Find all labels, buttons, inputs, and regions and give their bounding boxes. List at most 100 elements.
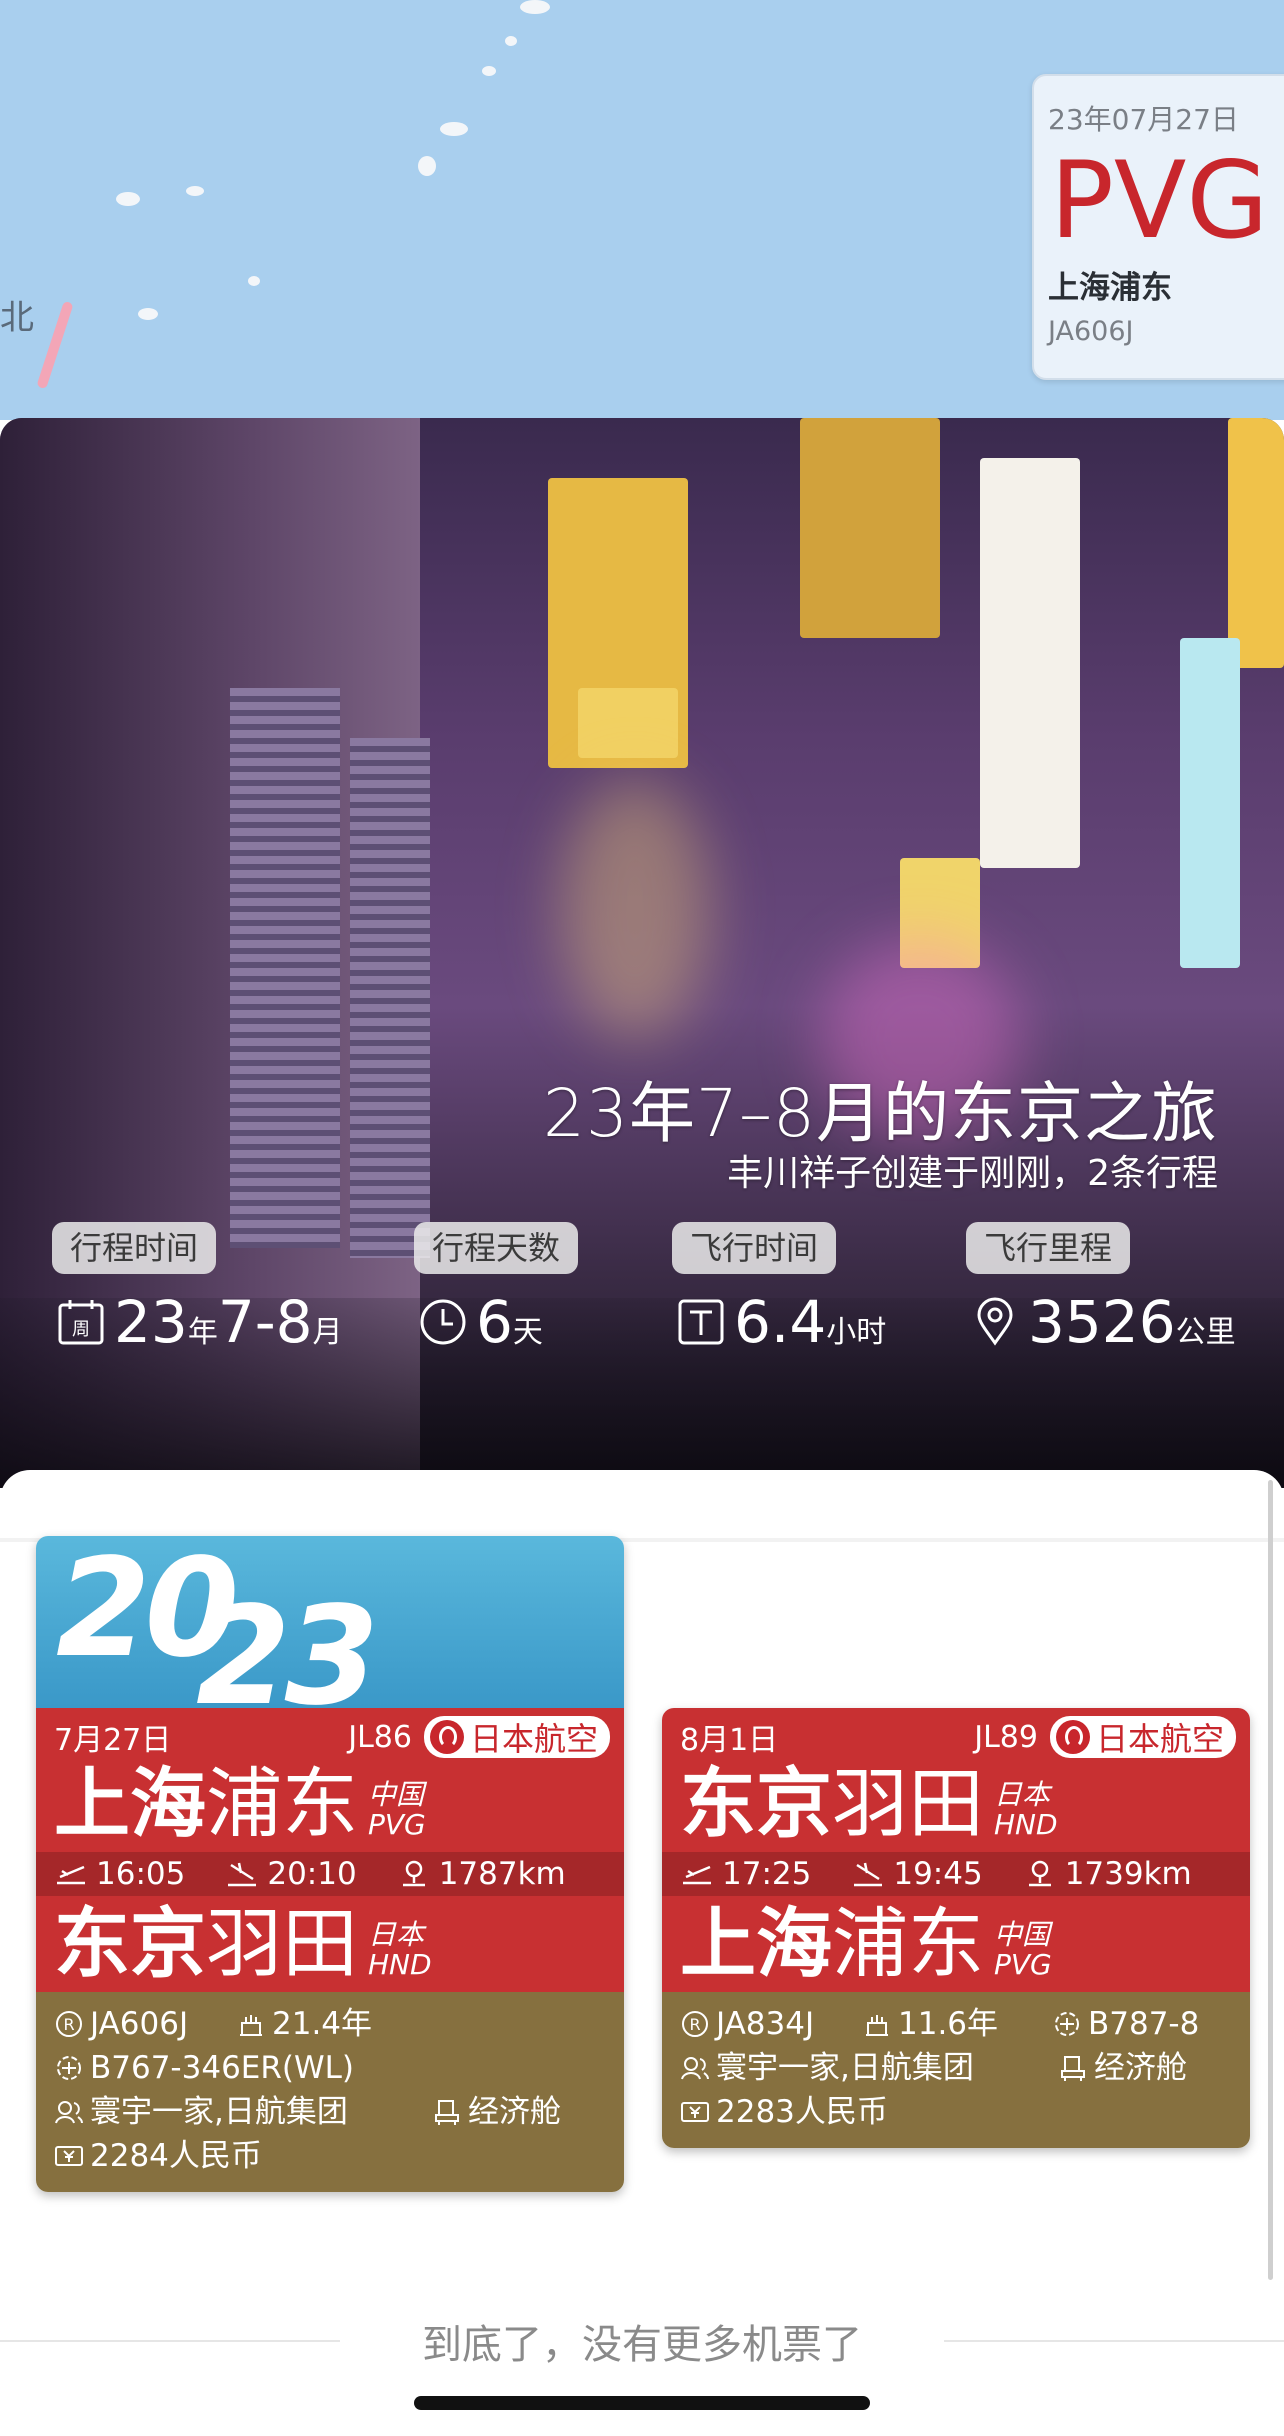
stat-trip-days: 6 天 <box>418 1288 543 1356</box>
stat-trip-time-month-unit: 月 <box>312 1315 343 1350</box>
ticket-price: 2283人民币 <box>716 2094 888 2130</box>
stat-flight-distance-value: 3526 <box>1028 1288 1176 1356</box>
seat-icon <box>435 2100 459 2125</box>
calendar-icon: 周 <box>58 1300 104 1345</box>
map-island <box>440 122 468 136</box>
flight-distance: 1787km <box>438 1856 566 1892</box>
stat-flight-time: 6.4 小时 <box>676 1288 886 1356</box>
aircraft-type-icon <box>57 2056 81 2080</box>
cover-light <box>560 778 710 1038</box>
location-pin-icon <box>977 1297 1013 1346</box>
airport-name: 上海浦东 <box>1048 270 1172 306</box>
price-icon <box>681 2102 709 2122</box>
cover-sign <box>980 458 1080 868</box>
map-island <box>418 156 436 176</box>
ticket-route-section: 8月1日 JL89 日本航空 东京 羽田 日本 HND 17:25 19:45 <box>662 1708 1250 1992</box>
distance-icon <box>1028 1860 1051 1887</box>
cabin-class: 经济舱 <box>468 2094 561 2130</box>
airline-badge: 日本航空 <box>423 1716 610 1758</box>
departure-airport-name: 浦东 <box>206 1759 358 1848</box>
arrival-city: 上海 浦东 中国 PVG <box>662 1906 1250 1992</box>
landing-icon <box>228 1862 257 1887</box>
svg-text:R: R <box>63 2015 74 2034</box>
trip-subtitle: 丰川祥子创建于刚刚，2条行程 <box>727 1153 1218 1194</box>
price-icon <box>55 2146 83 2166</box>
ticket-route-section: 7月27日 JL86 日本航空 上海 浦东 中国 PVG 16:05 20:10 <box>36 1708 624 1992</box>
cabin-class: 经济舱 <box>1094 2050 1187 2086</box>
takeoff-icon <box>57 1865 85 1885</box>
ticket-details: R JA606J 21.4年 B767-346ER(WL) 寰宇一家,日航集团 … <box>36 1992 624 2192</box>
stat-flight-time-unit: 小时 <box>826 1315 887 1350</box>
ticket-card[interactable]: 20 23 7月27日 JL86 日本航空 上海 浦东 中国 PVG 16:05 <box>36 1536 624 2192</box>
departure-time: 16:05 <box>96 1856 186 1892</box>
stat-label-trip-time: 行程时间 <box>52 1222 217 1274</box>
route-line <box>36 300 74 390</box>
map-label: 北 <box>0 298 34 338</box>
alliance-icon <box>55 2101 83 2124</box>
scrollbar[interactable] <box>1268 1480 1273 2280</box>
aircraft-age-icon <box>240 2015 262 2036</box>
departure-country: 中国 <box>368 1778 425 1811</box>
departure-city: 上海 浦东 中国 PVG <box>36 1766 624 1842</box>
aircraft-registration: JA834J <box>716 2006 815 2042</box>
stat-trip-time: 周 23 年 7-8 月 <box>56 1288 343 1356</box>
aircraft-registration: JA606J <box>1048 316 1134 347</box>
registered-icon: R <box>56 2011 82 2037</box>
arrival-city-name: 东京 <box>54 1899 206 1988</box>
aircraft-type: B767-346ER(WL) <box>90 2050 355 2086</box>
departure-city: 东京 羽田 日本 HND <box>662 1766 1250 1842</box>
landing-icon <box>854 1862 883 1887</box>
departure-code: PVG <box>368 1808 426 1841</box>
cover-sign <box>1180 638 1240 968</box>
departure-code: HND <box>994 1808 1058 1841</box>
airline-name: 日本航空 <box>1095 1720 1224 1758</box>
map-island <box>482 66 496 76</box>
arrival-country: 日本 <box>368 1918 425 1951</box>
map-island <box>138 308 158 320</box>
map-island <box>186 186 204 196</box>
stat-trip-time-year-unit: 年 <box>187 1315 218 1350</box>
flight-times: 16:05 20:10 1787km <box>36 1852 624 1896</box>
stat-flight-time-value: 6.4 <box>734 1288 827 1356</box>
flight-times: 17:25 19:45 1739km <box>662 1852 1250 1896</box>
arrival-country: 中国 <box>994 1918 1051 1951</box>
airline-badge: 日本航空 <box>1049 1716 1236 1758</box>
stat-trip-time-months: 7-8 <box>217 1288 313 1356</box>
trip-title: 23年7–8月的东京之旅 <box>543 1075 1218 1152</box>
arrival-airport-name: 羽田 <box>206 1899 358 1988</box>
stat-label-flight-distance: 飞行里程 <box>966 1222 1131 1274</box>
stat-flight-distance-unit: 公里 <box>1175 1315 1236 1350</box>
map-island <box>520 0 550 14</box>
map-island <box>248 276 260 286</box>
route-map[interactable]: 北 23年07月27日 PVG 上海浦东 JA606J <box>0 0 1284 420</box>
departure-airport-name: 羽田 <box>832 1759 984 1848</box>
airline-alliance: 寰宇一家,日航集团 <box>90 2094 348 2130</box>
arrival-airport-name: 浦东 <box>832 1899 984 1988</box>
jal-logo-icon <box>1055 1720 1090 1754</box>
aircraft-type-icon <box>1055 2012 1079 2036</box>
arrival-time: 20:10 <box>267 1856 357 1892</box>
map-island <box>116 192 140 206</box>
departure-city-name: 上海 <box>54 1759 206 1848</box>
stat-flight-distance: 3526 公里 <box>970 1288 1236 1356</box>
ticket-card[interactable]: 8月1日 JL89 日本航空 东京 羽田 日本 HND 17:25 19:45 <box>662 1708 1250 2148</box>
cover-shutter <box>230 688 340 1248</box>
cover-sign <box>1228 418 1284 668</box>
stat-trip-time-year: 23 <box>114 1288 188 1356</box>
flight-number: JL86 <box>348 1719 412 1755</box>
stat-trip-days-value: 6 <box>476 1288 513 1356</box>
departure-city-name: 东京 <box>680 1759 832 1848</box>
cover-sign <box>578 688 678 758</box>
home-indicator[interactable] <box>414 2396 870 2410</box>
arrival-time: 19:45 <box>893 1856 983 1892</box>
aircraft-age: 11.6年 <box>898 2006 999 2042</box>
arrival-code: PVG <box>994 1948 1052 1981</box>
cover-sign <box>800 418 940 638</box>
airline-name: 日本航空 <box>469 1720 598 1758</box>
flight-number: JL89 <box>974 1719 1038 1755</box>
aircraft-age-icon <box>866 2015 888 2036</box>
airport-card-date: 23年07月27日 <box>1048 103 1239 136</box>
ticket-date: 7月27日 <box>54 1723 172 1758</box>
airport-card[interactable]: 23年07月27日 PVG 上海浦东 JA606J <box>1032 74 1284 380</box>
svg-text:周: 周 <box>72 1319 90 1340</box>
